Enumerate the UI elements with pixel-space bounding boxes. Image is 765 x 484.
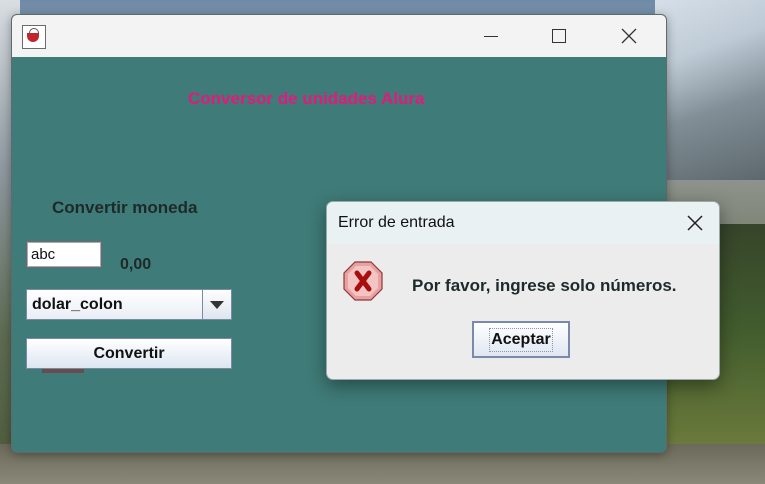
chevron-down-icon [210, 300, 224, 309]
close-icon [621, 28, 637, 44]
close-button[interactable] [594, 15, 664, 57]
maximize-button[interactable] [524, 15, 594, 57]
convert-button[interactable]: Convertir [26, 338, 232, 369]
app-title: Conversor de unidades Alura [188, 89, 425, 108]
maximize-icon [552, 29, 566, 43]
window-titlebar[interactable] [12, 15, 666, 57]
button-artifact [42, 369, 84, 373]
conversion-selected-value: dolar_colon [32, 296, 123, 313]
amount-input[interactable] [26, 241, 102, 268]
currency-section-label: Convertir moneda [52, 198, 198, 217]
conversion-select[interactable]: dolar_colon [26, 289, 232, 320]
close-icon [687, 215, 703, 231]
accept-button-label: Aceptar [489, 327, 553, 352]
dialog-titlebar[interactable]: Error de entrada [327, 202, 719, 244]
dialog-title: Error de entrada [338, 214, 455, 231]
error-dialog: Error de entrada Por favor, ingrese solo… [326, 201, 720, 380]
result-value: 0,00 [120, 256, 152, 273]
error-message: Por favor, ingrese solo números. [412, 276, 677, 295]
error-icon [343, 261, 383, 301]
dropdown-arrow-button[interactable] [202, 290, 231, 319]
minimize-icon [484, 35, 498, 37]
minimize-button[interactable] [456, 15, 526, 57]
wallpaper-mountain-right [655, 0, 765, 180]
accept-button[interactable]: Aceptar [472, 321, 570, 358]
dialog-close-button[interactable] [681, 209, 709, 237]
java-cup-icon [22, 25, 46, 49]
